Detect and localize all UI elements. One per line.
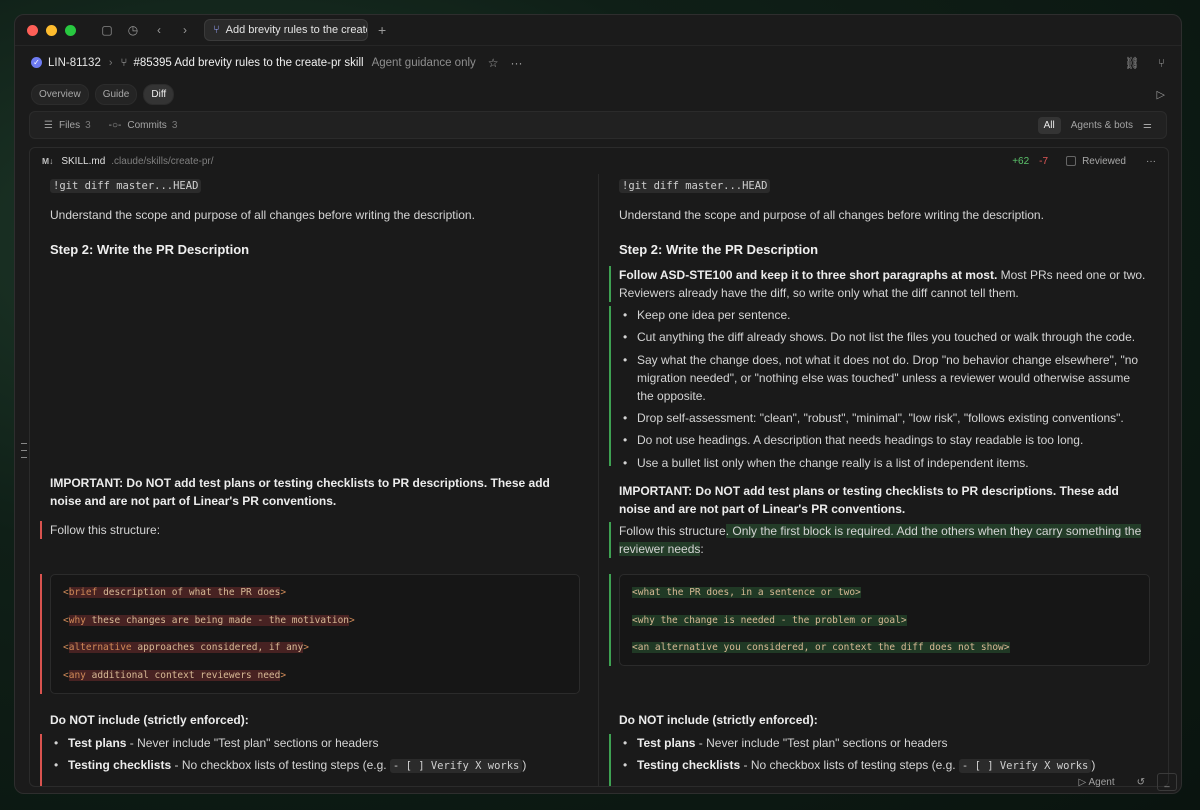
tab-diff[interactable]: Diff (143, 83, 175, 105)
paragraph-important: IMPORTANT: Do NOT add test plans or test… (50, 476, 550, 508)
sidebar-toggle-icon[interactable]: ▢ (94, 23, 120, 37)
browser-tab[interactable]: ⑂ Add brevity rules to the create-pr ski… (204, 19, 368, 41)
additions-count: +62 (1012, 155, 1030, 167)
tab-title: Add brevity rules to the create-pr skill (225, 24, 367, 36)
paragraph-brevity: Follow ASD-STE100 and keep it to three s… (619, 268, 1146, 300)
status-bar: ▷ Agent ↺ _ (15, 771, 1181, 793)
paragraph: Understand the scope and purpose of all … (619, 208, 1044, 222)
file-header: M↓ SKILL.md .claude/skills/create-pr/ +6… (30, 148, 1168, 174)
heading: Step 2: Write the PR Description (619, 242, 819, 257)
pr-title: #85395 Add brevity rules to the create-p… (133, 56, 364, 69)
code-line: <brief description of what the PR does> (63, 587, 287, 598)
diff-pane-old: !git diff master...HEAD Understand the s… (30, 174, 599, 786)
files-label: Files (58, 119, 81, 131)
file-diff-panel: M↓ SKILL.md .claude/skills/create-pr/ +6… (29, 147, 1169, 787)
file-name[interactable]: SKILL.md (61, 156, 105, 167)
list-item: Say what the change does, not what it do… (619, 351, 1150, 405)
maximize-window-button[interactable] (65, 24, 76, 36)
commits-count: 3 (171, 119, 178, 131)
files-count: 3 (85, 119, 91, 131)
more-icon[interactable]: ··· (511, 56, 523, 70)
star-icon[interactable]: ☆ (488, 56, 499, 70)
issue-status-icon: ✓ (31, 57, 42, 68)
commits-label: Commits (127, 119, 167, 131)
list-item: Use a bullet list only when the change r… (619, 454, 1150, 472)
inline-code: !git diff master...HEAD (619, 179, 771, 193)
list-item: Test plans - Never include "Test plan" s… (619, 734, 1150, 752)
filter-agents-button[interactable]: Agents & bots (1071, 120, 1133, 131)
deletions-count: -7 (1039, 155, 1049, 167)
panel-toggle-icon[interactable]: _ (1157, 773, 1177, 791)
paragraph-follow: Follow this structure. Only the first bl… (619, 524, 1142, 556)
diff-pane-new: !git diff master...HEAD Understand the s… (599, 174, 1168, 786)
pull-request-icon: ⑂ (120, 56, 128, 69)
paragraph-important: IMPORTANT: Do NOT add test plans or test… (619, 484, 1119, 516)
commit-icon: -○- (108, 119, 122, 131)
list-item: Test plans - Never include "Test plan" s… (50, 734, 580, 752)
heading-not-include: Do NOT include (strictly enforced): (50, 713, 249, 727)
history-icon[interactable]: ↺ (1137, 777, 1145, 788)
list-item: Do not use headings. A description that … (619, 431, 1150, 449)
checkbox-icon (1066, 156, 1077, 166)
tab-overview[interactable]: Overview (31, 83, 89, 105)
list-item: Drop self-assessment: "clean", "robust",… (619, 409, 1150, 427)
paragraph-follow: Follow this structure: (50, 523, 161, 537)
list-item: Keep one idea per sentence. (619, 306, 1150, 324)
diff-toolbar: ☰ Files 3 -○- Commits 3 All Agents & bot… (29, 111, 1167, 139)
history-icon[interactable]: ◷ (120, 23, 146, 37)
code-line: <any additional context reviewers need> (63, 670, 287, 681)
code-line: <why these changes are being made - the … (63, 615, 355, 626)
issue-id[interactable]: LIN-81132 (48, 57, 101, 69)
chevron-right-icon: › (108, 56, 113, 69)
back-icon[interactable]: ‹ (146, 23, 172, 37)
code-line: <why the change is needed - the problem … (632, 615, 907, 626)
link-icon[interactable]: ⛓ (1125, 56, 1140, 70)
page-tabs: Overview Guide Diff ▷ (15, 79, 1181, 109)
scroll-markers (21, 443, 27, 464)
list-item: Cut anything the diff already shows. Do … (619, 328, 1150, 346)
more-icon[interactable]: ··· (1146, 156, 1156, 167)
close-window-button[interactable] (27, 24, 38, 36)
pr-header: ✓ LIN-81132 › ⑂ #85395 Add brevity rules… (15, 45, 1181, 79)
agent-button[interactable]: ▷ Agent (1079, 777, 1115, 788)
pr-subtitle: Agent guidance only (371, 56, 476, 69)
send-icon: ▷ (1078, 776, 1089, 788)
pull-request-icon: ⑂ (213, 24, 220, 36)
filter-list-icon: ☰ (44, 119, 53, 131)
tab-guide[interactable]: Guide (94, 83, 138, 105)
reviewed-checkbox[interactable]: Reviewed (1066, 156, 1126, 167)
split-diff: !git diff master...HEAD Understand the s… (30, 174, 1168, 786)
commits-button[interactable]: -○- Commits 3 (109, 120, 178, 131)
settings-sliders-icon[interactable]: ⚌ (1143, 120, 1152, 131)
code-block: <brief description of what the PR does> … (50, 574, 580, 694)
new-tab-button[interactable]: + (378, 22, 386, 38)
markdown-icon: M↓ (42, 156, 54, 166)
code-line: <alternative approaches considered, if a… (63, 642, 309, 653)
minimize-window-button[interactable] (46, 24, 57, 36)
inline-code: !git diff master...HEAD (50, 179, 202, 193)
branch-icon[interactable]: ⑂ (1158, 56, 1165, 70)
file-path: .claude/skills/create-pr/ (111, 155, 214, 167)
app-window: ▢ ◷ ‹ › ⑂ Add brevity rules to the creat… (14, 14, 1182, 794)
filter-all-button[interactable]: All (1037, 116, 1061, 134)
title-bar: ▢ ◷ ‹ › ⑂ Add brevity rules to the creat… (15, 15, 1181, 45)
window-controls (27, 24, 76, 36)
reviewed-label: Reviewed (1082, 155, 1126, 167)
forward-icon[interactable]: › (172, 23, 198, 37)
code-line: <what the PR does, in a sentence or two> (632, 587, 861, 598)
heading-not-include: Do NOT include (strictly enforced): (619, 713, 818, 727)
send-icon[interactable]: ▷ (1157, 88, 1165, 101)
files-button[interactable]: ☰ Files 3 (44, 120, 91, 131)
paragraph: Understand the scope and purpose of all … (50, 208, 475, 222)
code-line: <an alternative you considered, or conte… (632, 642, 1010, 653)
heading: Step 2: Write the PR Description (50, 242, 250, 257)
code-block: <what the PR does, in a sentence or two>… (619, 574, 1150, 666)
